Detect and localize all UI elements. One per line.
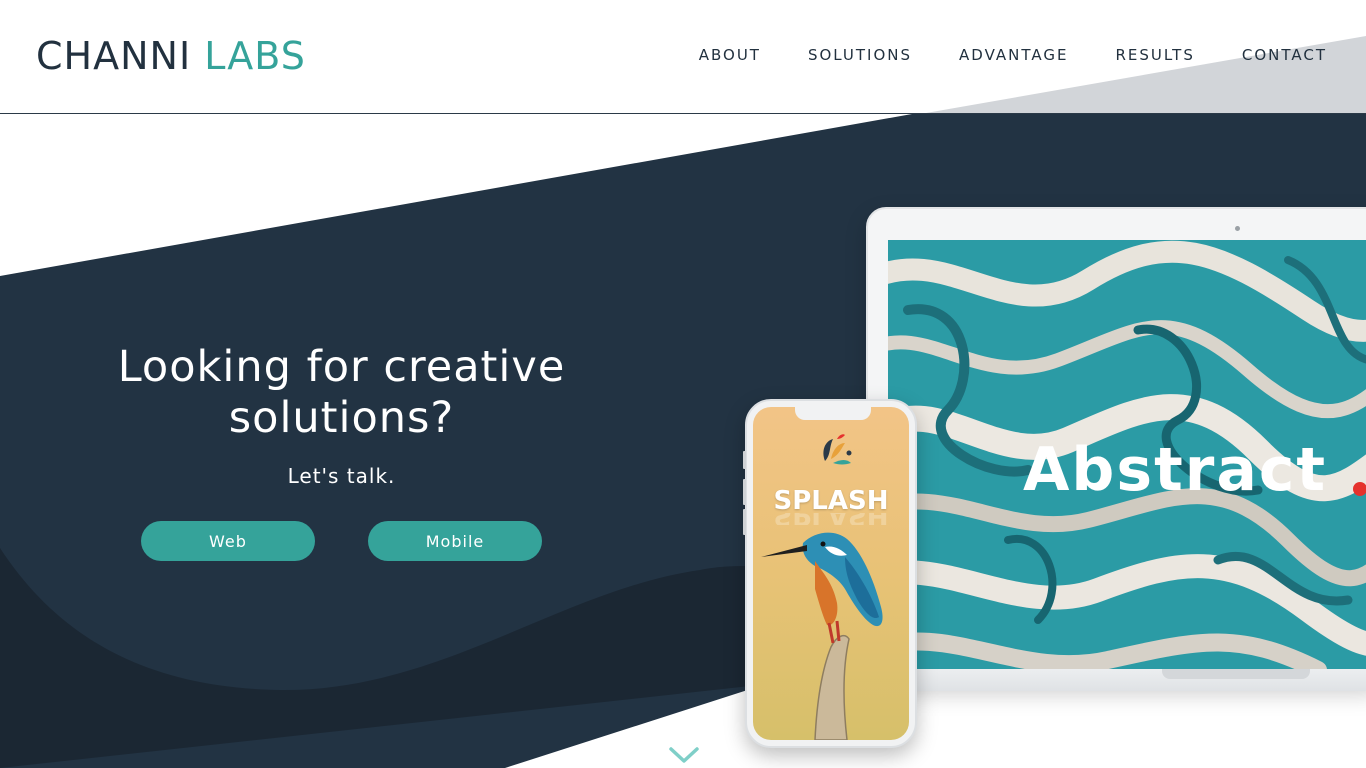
- laptop-notch: [1162, 669, 1310, 679]
- brand-name-part1: CHANNI: [36, 34, 192, 78]
- mobile-button[interactable]: Mobile: [368, 521, 542, 561]
- hero-title-line2: solutions?: [228, 393, 455, 443]
- laptop-screen-text: Abstract: [1023, 435, 1328, 505]
- hero-text-block: Looking for creative solutions? Let's ta…: [90, 342, 593, 488]
- phone-side-button: [743, 451, 746, 469]
- phone-screen-text-reflection: SPLASH: [753, 513, 909, 525]
- hero-title-line1: Looking for creative: [117, 342, 566, 392]
- main-nav: ABOUT SOLUTIONS ADVANTAGE RESULTS CONTAC…: [699, 45, 1327, 65]
- nav-advantage[interactable]: ADVANTAGE: [959, 45, 1068, 65]
- kingfisher-image: [753, 407, 909, 740]
- hero-subtitle: Let's talk.: [287, 464, 396, 488]
- laptop-screen: Abstract: [888, 240, 1366, 670]
- hero-title: Looking for creative solutions?: [90, 342, 593, 444]
- phone-mockup: SPLASH SPLASH: [743, 399, 917, 748]
- phone-side-button: [743, 509, 746, 535]
- phone-side-button: [743, 479, 746, 505]
- web-button[interactable]: Web: [141, 521, 315, 561]
- phone-screen: SPLASH SPLASH: [753, 407, 909, 740]
- nav-results[interactable]: RESULTS: [1115, 45, 1194, 65]
- phone-notch: [795, 407, 871, 420]
- laptop-camera: [1235, 226, 1240, 231]
- nav-about[interactable]: ABOUT: [699, 45, 761, 65]
- nav-contact[interactable]: CONTACT: [1242, 45, 1327, 65]
- nav-solutions[interactable]: SOLUTIONS: [808, 45, 912, 65]
- phone-screen-text: SPLASH: [773, 486, 889, 516]
- site-header: CHANNI LABS ABOUT SOLUTIONS ADVANTAGE RE…: [0, 0, 1366, 114]
- accent-dot: [1353, 482, 1366, 496]
- chevron-down-icon[interactable]: [668, 745, 700, 765]
- brand-name-part2: LABS: [204, 34, 306, 78]
- brand-logo[interactable]: CHANNI LABS: [36, 34, 306, 78]
- laptop-mockup: Abstract: [866, 207, 1366, 702]
